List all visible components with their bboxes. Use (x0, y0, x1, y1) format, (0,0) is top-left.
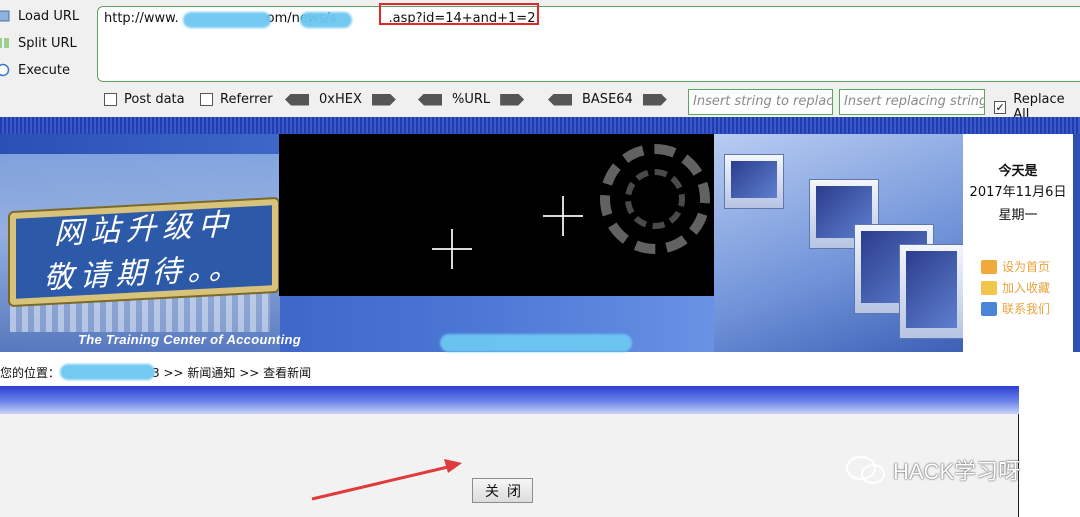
base64-decode-arrow-icon[interactable] (548, 93, 572, 106)
post-data-box[interactable] (104, 93, 117, 106)
set-homepage-link[interactable]: 设为首页 (981, 258, 1050, 275)
sparkle-icon (432, 248, 472, 250)
contact-icon (981, 301, 997, 316)
watermark-text: HACK学习呀 (893, 459, 1021, 484)
folder-icon (981, 280, 997, 295)
add-favorite-label: 加入收藏 (1002, 281, 1051, 295)
home-icon (981, 259, 997, 274)
base64-encoder[interactable]: BASE64 (548, 92, 667, 107)
url-query: ?id=14+and+1=2 (415, 11, 536, 26)
banner-redaction (440, 334, 632, 352)
weekday-text: 星期一 (998, 208, 1038, 223)
base64-label: BASE64 (582, 92, 633, 107)
monitor-image (899, 244, 964, 339)
url-prefix: http://www. (104, 11, 179, 26)
date-text: 2017年11月6日 (969, 185, 1067, 200)
referrer-label: Referrer (220, 92, 273, 107)
url-redaction-2 (300, 12, 352, 28)
split-url-button[interactable]: Split URL (0, 31, 95, 55)
banner-flash-area (279, 134, 714, 296)
url-ext: .asp (388, 11, 416, 26)
referrer-checkbox[interactable]: Referrer (200, 92, 273, 107)
url-encoder[interactable]: %URL (418, 92, 525, 107)
referrer-box[interactable] (200, 93, 213, 106)
sparkle-icon (543, 215, 583, 217)
computer-lab-image (714, 134, 964, 352)
today-label: 今天是 (998, 164, 1038, 179)
hex-encoder[interactable]: 0xHEX (285, 92, 396, 107)
wechat-icon (846, 456, 885, 484)
post-data-checkbox[interactable]: Post data (104, 92, 185, 107)
replace-all-box[interactable]: ✓ (994, 100, 1007, 114)
url-encode-arrow-icon[interactable] (500, 93, 525, 106)
load-url-icon (0, 10, 10, 22)
replace-string-input[interactable]: Insert string to replace (688, 89, 833, 115)
banner-edge (1073, 134, 1080, 352)
monitor-image (724, 154, 784, 209)
execute-icon (0, 63, 10, 77)
date-panel: 今天是 2017年11月6日 星期一 设为首页 加入收藏 联系我们 (963, 134, 1073, 352)
url-redaction-1 (183, 12, 271, 28)
contact-us-link[interactable]: 联系我们 (981, 300, 1050, 317)
header-stripe (0, 117, 1080, 134)
breadcrumb: 您的位置： 3 >> 新闻通知 >> 查看新闻 (0, 364, 311, 381)
breadcrumb-path: 3 >> 新闻通知 >> 查看新闻 (152, 366, 312, 380)
decorative-ring-inner (625, 169, 685, 229)
upgrade-notice-line2: 敬请期待。。 (43, 250, 245, 297)
options-row: Post data Referrer 0xHEX %URL BASE64 Ins… (0, 88, 1080, 122)
hex-label: 0xHEX (319, 92, 362, 107)
split-url-label: Split URL (18, 35, 77, 51)
site-banner: 网站升级中 敬请期待。。 The Training Center of Acco… (0, 134, 1080, 352)
hex-encode-arrow-icon[interactable] (371, 93, 396, 106)
annotation-arrow-icon (311, 459, 462, 501)
banner-subtitle: The Training Center of Accounting (78, 332, 301, 347)
breadcrumb-prefix: 您的位置： (0, 366, 61, 380)
replacing-string-input[interactable]: Insert replacing string (839, 89, 985, 115)
load-url-button[interactable]: Load URL (0, 4, 95, 28)
execute-button[interactable]: Execute (0, 58, 95, 82)
base64-encode-arrow-icon[interactable] (642, 93, 667, 106)
watermark: HACK学习呀 (845, 454, 1020, 486)
url-decode-arrow-icon[interactable] (418, 93, 442, 106)
breadcrumb-redaction (60, 364, 155, 380)
execute-label: Execute (18, 62, 70, 78)
set-homepage-label: 设为首页 (1002, 260, 1051, 274)
close-button[interactable]: 关闭 (472, 478, 533, 503)
post-data-label: Post data (124, 92, 185, 107)
load-url-label: Load URL (18, 8, 80, 24)
url-enc-label: %URL (452, 92, 491, 107)
add-favorite-link[interactable]: 加入收藏 (981, 279, 1050, 296)
content-header-bar (0, 386, 1019, 414)
upgrade-notice-scroll: 网站升级中 敬请期待。。 (10, 198, 278, 306)
contact-us-label: 联系我们 (1002, 302, 1051, 316)
split-url-icon (0, 38, 9, 48)
hackbar-toolbar: Load URL Split URL Execute http://www.om… (0, 0, 1080, 122)
hex-decode-arrow-icon[interactable] (285, 93, 309, 106)
